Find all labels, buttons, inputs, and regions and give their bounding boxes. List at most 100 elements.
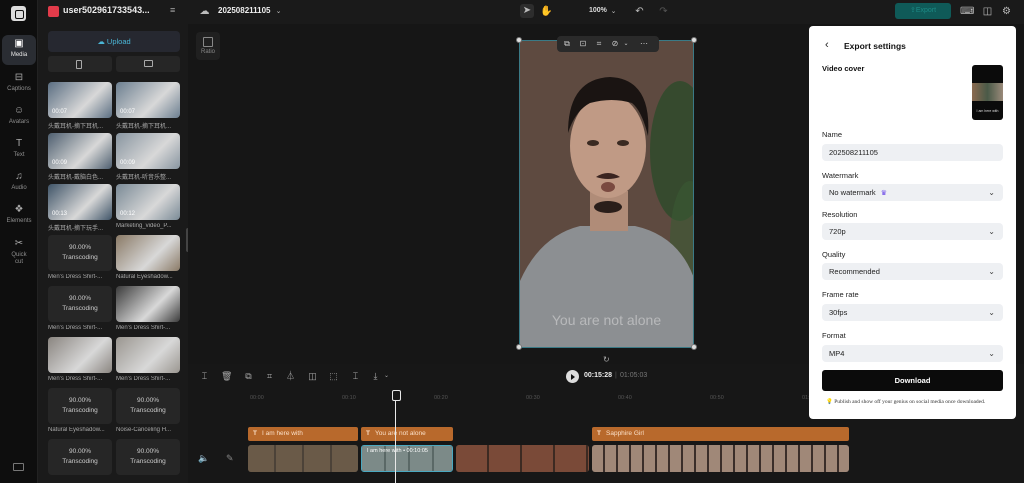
media-caption: 头戴耳机-听音乐整... xyxy=(116,175,171,181)
rail-item-elements[interactable]: ❖ Elements xyxy=(2,201,36,231)
mobile-upload-button[interactable] xyxy=(48,56,112,72)
frame-rate-select[interactable]: 30fps ⌄ xyxy=(822,304,1003,321)
name-value: 202508211105 xyxy=(829,148,878,157)
text-clip[interactable]: I am here with xyxy=(248,427,358,441)
mask-icon[interactable]: ⏃ xyxy=(285,371,296,382)
keyboard-icon[interactable] xyxy=(13,463,24,471)
redo-icon[interactable]: ↷ xyxy=(658,6,669,17)
split-icon[interactable]: ⌶ xyxy=(199,371,210,382)
media-caption: Men's Dress Shirt-... xyxy=(116,325,171,331)
rail-item-avatars[interactable]: ☺ Avatars xyxy=(2,102,36,132)
crop-icon[interactable]: ⌗ xyxy=(594,39,604,49)
rail-item-text[interactable]: T Text xyxy=(2,135,36,165)
rail-item-audio[interactable]: ♫ Audio xyxy=(2,168,36,198)
resize-handle-br[interactable] xyxy=(691,344,697,350)
rotate-icon[interactable]: ↻ xyxy=(603,355,610,364)
resolution-select[interactable]: 720p ⌄ xyxy=(822,223,1003,240)
duplicate-icon[interactable]: ⧉ xyxy=(243,371,254,382)
download-chevron-icon[interactable]: ⌄ xyxy=(381,371,392,382)
fit-icon[interactable]: ⊡ xyxy=(578,39,588,49)
media-thumbnail[interactable] xyxy=(116,286,180,322)
rail-item-quick-cut[interactable]: ✂ Quick cut xyxy=(2,235,36,269)
download-button[interactable]: Download xyxy=(822,370,1003,391)
ratio-button[interactable]: Ratio xyxy=(196,32,220,60)
resize-handle-bl[interactable] xyxy=(516,344,522,350)
media-thumbnail[interactable]: 00:07 xyxy=(48,82,112,118)
resize-handle-tr[interactable] xyxy=(691,37,697,43)
video-clip-selected[interactable]: I am here with • 00:10:05 xyxy=(361,445,453,472)
watermark-label: Watermark xyxy=(822,171,859,180)
media-thumbnail[interactable]: 90.00% Transcoding xyxy=(48,235,112,271)
total-duration: 01:05:03 xyxy=(620,372,648,379)
chevron-down-icon: ⌄ xyxy=(988,308,995,317)
media-thumbnail[interactable]: 00:13 xyxy=(48,184,112,220)
media-thumbnail[interactable] xyxy=(48,337,112,373)
video-cover-thumbnail[interactable]: I am here with xyxy=(972,65,1003,120)
replace-icon[interactable]: ⧉ xyxy=(562,39,572,49)
download-icon[interactable]: ⤓ xyxy=(370,371,381,382)
chevron-down-icon: ⌄ xyxy=(988,188,995,197)
media-thumbnail[interactable]: 00:09 xyxy=(116,133,180,169)
transcode-status: Transcoding xyxy=(130,407,166,414)
layout-panel-icon[interactable]: ◫ xyxy=(982,6,993,17)
ruler-tick-label: 00:00 xyxy=(250,395,264,401)
transition-icon[interactable]: ⬚ xyxy=(328,371,339,382)
zoom-level[interactable]: 100% xyxy=(589,7,607,14)
play-button[interactable] xyxy=(566,370,579,383)
mute-icon[interactable]: 🔈 xyxy=(198,453,209,464)
format-select[interactable]: MP4 ⌄ xyxy=(822,345,1003,362)
time-separator: | xyxy=(615,372,617,379)
resize-handle-tl[interactable] xyxy=(516,37,522,43)
mirror-icon[interactable]: ◫ xyxy=(307,371,318,382)
media-caption: Natural Eyeshadow... xyxy=(48,427,105,433)
text-clip[interactable]: You are not alone xyxy=(361,427,453,441)
export-button[interactable]: ⇪Export xyxy=(895,3,951,19)
select-cursor-icon[interactable]: ➤ xyxy=(520,4,534,18)
document-title[interactable]: 202508211105 xyxy=(218,6,271,15)
text-clip[interactable]: Sapphire Girl xyxy=(592,427,849,441)
app-logo-icon[interactable] xyxy=(11,6,26,21)
media-thumbnail[interactable]: 90.00% Transcoding xyxy=(48,286,112,322)
media-thumbnail[interactable] xyxy=(116,337,180,373)
media-thumbnail[interactable]: 90.00% Transcoding xyxy=(116,439,180,475)
undo-icon[interactable]: ↶ xyxy=(634,6,645,17)
chevron-down-icon[interactable]: ⌄ xyxy=(273,6,284,17)
video-subtitle: You are not alone xyxy=(551,312,662,328)
playhead[interactable] xyxy=(392,390,401,483)
media-thumbnail[interactable]: 00:12 xyxy=(116,184,180,220)
name-input[interactable]: 202508211105 xyxy=(822,144,1003,161)
flip-chevron-icon[interactable]: ⌄ xyxy=(621,39,631,49)
settings-gear-icon[interactable]: ⚙ xyxy=(1001,6,1012,17)
zoom-chevron-icon[interactable]: ⌄ xyxy=(608,6,619,17)
video-clip[interactable] xyxy=(248,445,358,472)
quality-select[interactable]: Recommended ⌄ xyxy=(822,263,1003,280)
delete-icon[interactable]: 🗑 xyxy=(221,371,232,382)
more-options-icon[interactable]: ⋯ xyxy=(639,39,649,49)
media-thumbnail[interactable]: 90.00% Transcoding xyxy=(48,439,112,475)
upload-button[interactable]: ☁ Upload xyxy=(48,31,180,52)
media-thumbnail[interactable]: 00:09 xyxy=(48,133,112,169)
keyboard-shortcuts-icon[interactable]: ⌨ xyxy=(960,6,974,17)
video-clip[interactable] xyxy=(592,445,849,472)
trim-icon[interactable]: ⌶ xyxy=(350,371,361,382)
project-name[interactable]: user502961733543... xyxy=(63,5,150,15)
media-thumbnail[interactable]: 00:07 xyxy=(116,82,180,118)
back-arrow-icon[interactable]: ‹ xyxy=(825,39,829,51)
hand-pan-icon[interactable]: ✋ xyxy=(540,6,552,17)
crop-tool-icon[interactable]: ⌗ xyxy=(264,371,275,382)
watermark-select[interactable]: No watermark ♛ ⌄ xyxy=(822,184,1003,201)
media-thumbnail[interactable]: 90.00% Transcoding xyxy=(116,388,180,424)
edit-track-icon[interactable]: ✎ xyxy=(226,453,234,464)
sort-icon[interactable]: ≡ xyxy=(170,5,175,15)
media-thumbnail[interactable] xyxy=(116,235,180,271)
publish-note: 💡 Publish and show off your genius on so… xyxy=(826,399,985,405)
desktop-upload-button[interactable] xyxy=(116,56,180,72)
video-clip[interactable] xyxy=(456,445,589,472)
video-preview[interactable]: You are not alone xyxy=(519,40,694,348)
cloud-sync-icon[interactable]: ☁ xyxy=(199,6,210,17)
media-thumbnail[interactable]: 90.00% Transcoding xyxy=(48,388,112,424)
rail-item-captions[interactable]: ⊟ Captions xyxy=(2,69,36,99)
quality-label: Quality xyxy=(822,250,846,259)
rail-item-media[interactable]: ▣ Media xyxy=(2,35,36,65)
flip-icon[interactable]: ⊘ xyxy=(610,39,620,49)
